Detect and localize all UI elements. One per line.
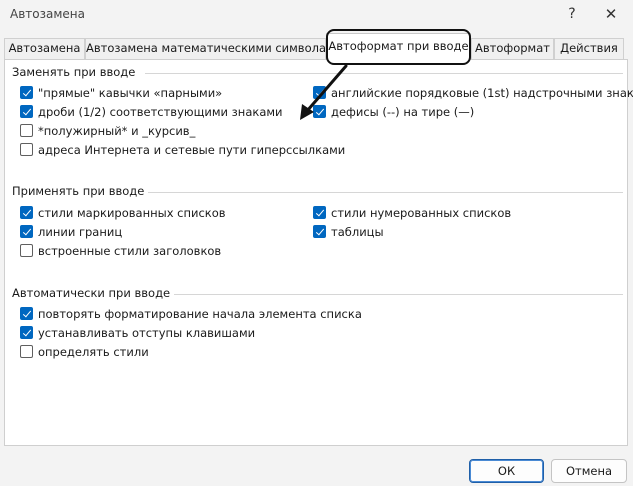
option-label: повторять форматирование начала элемента… xyxy=(38,307,362,321)
checkbox[interactable] xyxy=(313,225,326,238)
ok-button[interactable]: ОК xyxy=(469,459,544,483)
checkbox[interactable] xyxy=(20,345,33,358)
title-bar: Автозамена ? ✕ xyxy=(0,0,633,30)
checkbox[interactable] xyxy=(20,307,33,320)
tab-label: Действия xyxy=(560,41,618,55)
option-label: линии границ xyxy=(38,225,123,239)
checkbox[interactable] xyxy=(20,225,33,238)
section-title-auto: Автоматически при вводе xyxy=(12,286,175,300)
tab-label: Автозамена математическими символами xyxy=(86,41,343,55)
cancel-button[interactable]: Отмена xyxy=(551,459,627,483)
checkbox[interactable] xyxy=(313,86,326,99)
option-label: дроби (1/2) соответствующими знаками xyxy=(38,105,283,119)
tab-math-autocorrect[interactable]: Автозамена математическими символами xyxy=(85,38,342,59)
checkbox[interactable] xyxy=(20,326,33,339)
section-title-apply: Применять при вводе xyxy=(12,184,149,198)
tab-panel: Заменять при вводе "прямые" кавычки «пар… xyxy=(4,59,633,446)
section-divider xyxy=(140,192,623,193)
checkbox[interactable] xyxy=(20,124,33,137)
tab-label: Автозамена xyxy=(8,41,81,55)
section-divider xyxy=(145,73,623,74)
option-label: дефисы (--) на тире (—) xyxy=(331,105,475,119)
checkbox[interactable] xyxy=(20,105,33,118)
checkbox[interactable] xyxy=(313,105,326,118)
tab-actions[interactable]: Действия xyxy=(554,38,624,59)
checkbox[interactable] xyxy=(20,86,33,99)
option-label: встроенные стили заголовков xyxy=(38,244,222,258)
tab-label: Автоформат при вводе xyxy=(328,39,469,53)
option-label: *полужирный* и _курсив_ xyxy=(38,124,196,138)
option-label: английские порядковые (1st) надстрочными… xyxy=(331,86,633,100)
checkbox[interactable] xyxy=(313,206,326,219)
option-label: стили маркированных списков xyxy=(38,206,226,220)
section-divider xyxy=(155,294,623,295)
option-label: адреса Интернета и сетевые пути гиперссы… xyxy=(38,143,346,157)
tab-autoformat[interactable]: Автоформат xyxy=(471,38,554,59)
option-label: стили нумерованных списков xyxy=(331,206,512,220)
tab-label: Автоформат xyxy=(475,41,550,55)
close-button[interactable]: ✕ xyxy=(595,1,627,27)
section-title-replace: Заменять при вводе xyxy=(12,65,140,79)
option-label: определять стили xyxy=(38,345,149,359)
help-button[interactable]: ? xyxy=(558,1,586,27)
checkbox[interactable] xyxy=(20,206,33,219)
window-title: Автозамена xyxy=(10,7,85,21)
tab-autocorrect[interactable]: Автозамена xyxy=(4,38,85,59)
option-label: "прямые" кавычки «парными» xyxy=(38,86,223,100)
tab-autoformat-as-you-type[interactable]: Автоформат при вводе xyxy=(326,33,471,60)
checkbox[interactable] xyxy=(20,244,33,257)
checkbox[interactable] xyxy=(20,143,33,156)
option-label: устанавливать отступы клавишами xyxy=(38,326,256,340)
option-label: таблицы xyxy=(331,225,384,239)
